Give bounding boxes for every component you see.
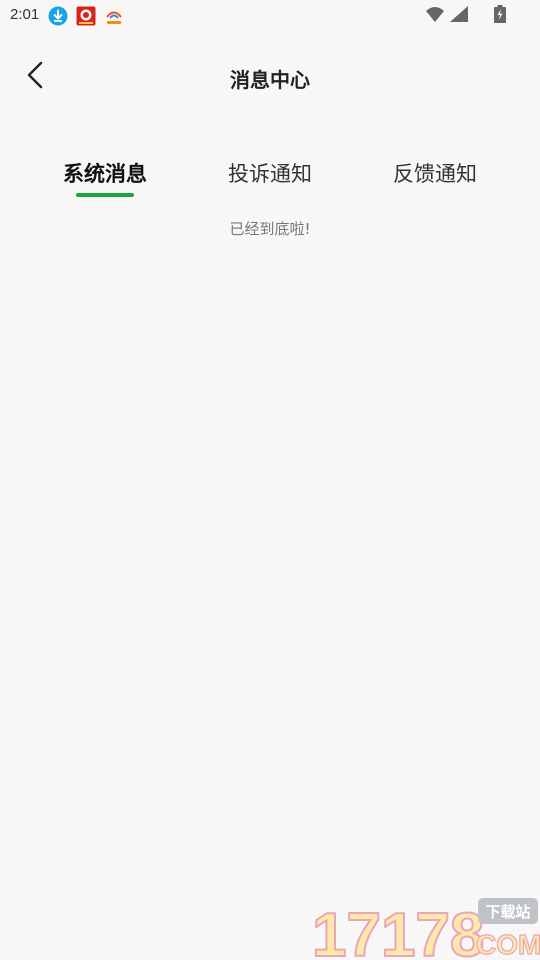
tab-complaint-notices[interactable]: 投诉通知 [210,158,330,188]
status-bar: 2:01 [0,0,540,32]
watermark-badge: 下载站 [485,903,530,921]
header: 消息中心 [0,44,540,108]
battery-icon [494,5,506,23]
tab-system-messages[interactable]: 系统消息 [45,158,165,188]
wifi-icon [426,7,444,22]
app-icon [104,6,124,26]
watermark-number: 17178 [312,901,484,960]
tab-bar: 系统消息 投诉通知 反馈通知 [0,158,540,202]
status-time: 2:01 [10,6,40,23]
download-icon [48,6,68,26]
signal-icon [450,6,468,22]
active-tab-indicator [76,193,134,197]
tab-feedback-notices[interactable]: 反馈通知 [375,158,495,188]
page-title: 消息中心 [230,68,310,92]
end-of-list-text: 已经到底啦! [229,220,311,238]
watermark-suffix: COM [476,929,540,960]
app-icon [76,6,96,26]
watermark-logo: 17178 下载站 COM [312,898,540,960]
